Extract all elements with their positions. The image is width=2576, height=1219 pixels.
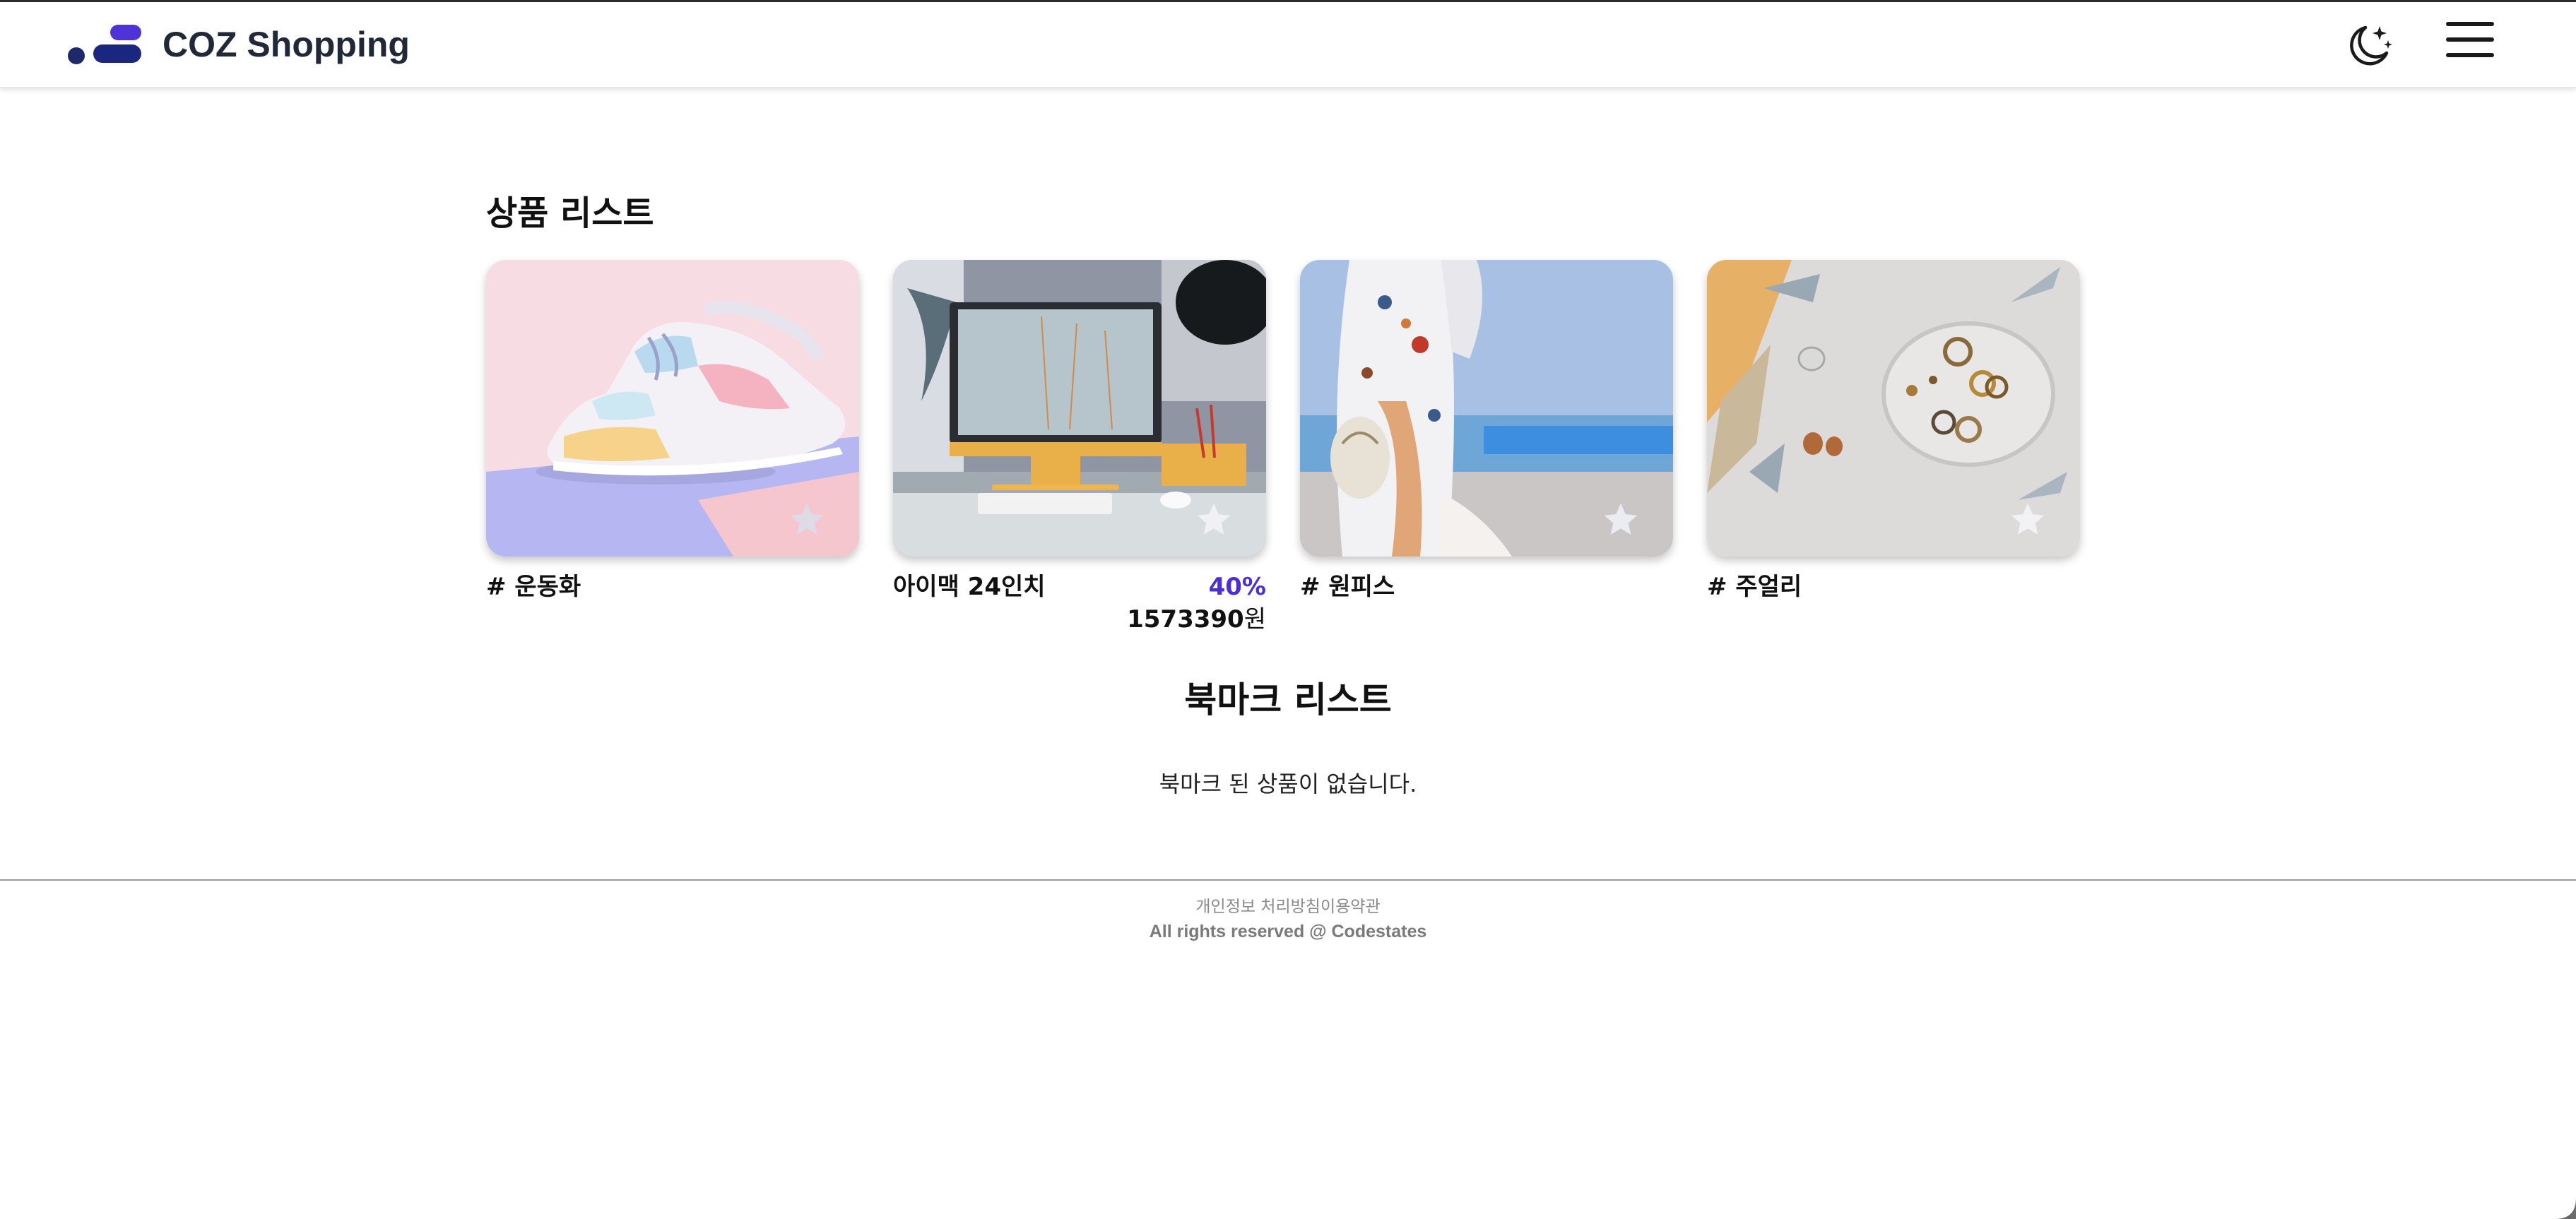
product-label: # 주얼리 (1707, 573, 1802, 601)
price-value: 1573390 (1127, 605, 1244, 634)
brand-name[interactable]: COZ Shopping (163, 22, 410, 67)
logo-bar-bottom (93, 44, 141, 63)
menu-line (2446, 53, 2494, 57)
menu-line (2446, 37, 2494, 42)
window-corner (2555, 1198, 2576, 1219)
footer-copyright: All rights reserved @ Codestates (1149, 922, 1427, 941)
privacy-policy-link[interactable]: 개인정보 처리방침 (1195, 898, 1321, 916)
star-icon[interactable] (1194, 500, 1234, 540)
footer-links: 개인정보 처리방침이용약관 (0, 896, 2576, 918)
bookmark-empty-message: 북마크 된 상품이 없습니다. (1159, 771, 1417, 797)
product-image-dress[interactable] (1300, 260, 1673, 557)
product-label: # 원피스 (1300, 573, 1395, 601)
product-card: 아이맥 24인치 40% 1573390원 (893, 260, 1266, 634)
product-card: # 주얼리 (1707, 260, 2080, 601)
discount-badge: 40% (1208, 573, 1266, 601)
logo-dot (68, 47, 85, 64)
product-price: 1573390원 (1127, 603, 1266, 636)
logo-bar-top (110, 25, 141, 40)
logo-icon[interactable] (68, 22, 146, 66)
moon-stars-icon[interactable] (2343, 19, 2397, 73)
terms-link[interactable]: 이용약관 (1321, 898, 1381, 916)
product-label: # 운동화 (486, 573, 581, 601)
price-unit: 원 (1243, 605, 1266, 634)
product-label: 아이맥 24인치 (893, 573, 1046, 601)
hamburger-menu-icon[interactable] (2446, 20, 2498, 61)
product-image-jewelry[interactable] (1707, 260, 2080, 557)
star-icon[interactable] (2008, 500, 2048, 540)
star-icon[interactable] (1601, 500, 1641, 540)
header: COZ Shopping (0, 2, 2576, 88)
product-image-imac[interactable] (893, 260, 1266, 557)
product-card: # 운동화 (486, 260, 859, 601)
product-card: # 원피스 (1300, 260, 1673, 601)
bookmark-list-title: 북마크 리스트 (1184, 679, 1392, 720)
footer-divider (0, 879, 2576, 881)
page: COZ Shopping 상품 리스트 # 운동화 아이맥 24인치 40% 1… (0, 0, 2576, 1219)
product-list-title: 상품 리스트 (486, 194, 654, 233)
star-icon[interactable] (787, 500, 827, 540)
product-image-sneakers[interactable] (486, 260, 859, 557)
menu-line (2446, 22, 2494, 26)
